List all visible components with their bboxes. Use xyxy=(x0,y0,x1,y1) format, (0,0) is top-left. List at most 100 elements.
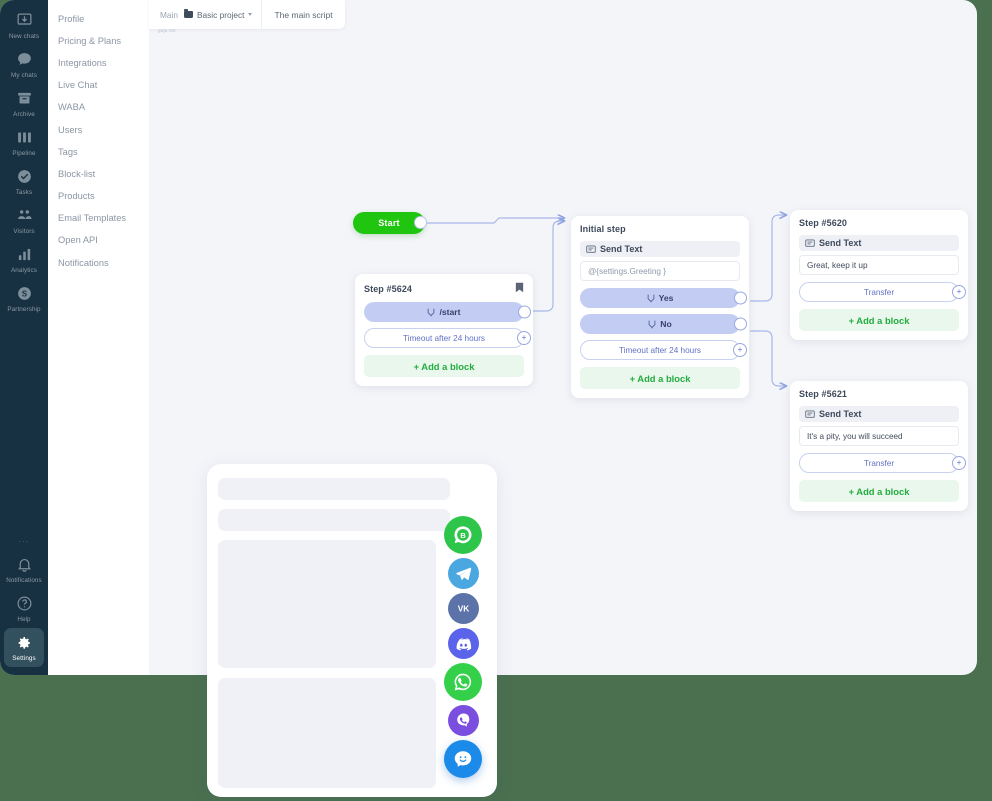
chat-widget-icon[interactable] xyxy=(444,740,482,778)
visitors-icon xyxy=(15,206,34,225)
node-action-label: Transfer xyxy=(863,458,895,468)
start-output-port[interactable] xyxy=(414,216,427,229)
menu-item-integrations[interactable]: Integrations xyxy=(48,52,149,74)
discord-icon[interactable] xyxy=(447,628,479,659)
output-port[interactable] xyxy=(518,305,531,319)
start-label: Start xyxy=(378,218,400,228)
skeleton-line xyxy=(218,509,450,531)
send-text-icon xyxy=(805,239,815,248)
tab-the-main-script[interactable]: The main script xyxy=(261,0,344,29)
flow-node-step-5620[interactable]: Step #5620 Send Text Great, keep it up T… xyxy=(790,210,968,340)
skeleton-line xyxy=(218,478,450,500)
rail-item-new-chats[interactable]: New chats xyxy=(0,6,48,45)
rail-overflow-indicator: ... xyxy=(18,534,30,544)
telegram-icon[interactable] xyxy=(447,558,479,589)
columns-icon xyxy=(15,128,34,147)
reply-arrow-icon xyxy=(427,308,435,317)
node-title: Step #5621 xyxy=(799,389,848,399)
node-button-no[interactable]: No xyxy=(580,314,747,334)
menu-item-products[interactable]: Products xyxy=(48,186,149,208)
menu-item-live-chat[interactable]: Live Chat xyxy=(48,75,149,97)
node-title: Step #5624 xyxy=(364,283,413,294)
flow-node-step-5621[interactable]: Step #5621 Send Text It's a pity, you wi… xyxy=(790,381,968,511)
rail-item-tasks[interactable]: Tasks xyxy=(0,162,48,201)
rail-item-partnership[interactable]: S Partnership xyxy=(0,279,48,318)
message-text-field[interactable]: Great, keep it up xyxy=(799,255,959,275)
rail-label: Help xyxy=(17,616,31,623)
node-button-yes[interactable]: Yes xyxy=(580,288,747,308)
node-timeout-button[interactable]: Timeout after 24 hours + xyxy=(364,328,531,348)
flow-node-step-5624[interactable]: Step #5624 /start Timeout after 24 hours… xyxy=(355,274,533,386)
bookmark-icon[interactable] xyxy=(515,282,524,295)
flow-node-initial-step[interactable]: Initial step Send Text @{settings.Greeti… xyxy=(571,216,749,398)
add-connection-plus-icon[interactable]: + xyxy=(517,331,531,345)
check-circle-icon xyxy=(15,167,34,186)
bar-chart-icon xyxy=(15,245,34,264)
add-block-button[interactable]: + Add a block xyxy=(799,309,959,331)
watermark-label: gojs.net xyxy=(158,28,176,33)
rail-item-visitors[interactable]: Visitors xyxy=(0,201,48,240)
add-block-button[interactable]: + Add a block xyxy=(580,367,740,389)
add-connection-plus-icon[interactable]: + xyxy=(952,456,966,470)
skeleton-block xyxy=(218,678,436,788)
breadcrumb-project[interactable]: Basic project xyxy=(183,8,253,20)
reply-arrow-icon xyxy=(648,320,656,329)
whatsapp-icon[interactable] xyxy=(444,663,482,701)
rail-label: Analytics xyxy=(10,267,38,274)
add-block-button[interactable]: + Add a block xyxy=(799,480,959,502)
rail-item-notifications[interactable]: Notifications xyxy=(0,550,48,589)
menu-item-pricing-plans[interactable]: Pricing & Plans xyxy=(48,30,149,52)
menu-item-users[interactable]: Users xyxy=(48,119,149,141)
rail-item-my-chats[interactable]: My chats xyxy=(0,45,48,84)
message-text-field[interactable]: It's a pity, you will succeed xyxy=(799,426,959,446)
node-transfer-button[interactable]: Transfer + xyxy=(799,453,966,473)
output-port[interactable] xyxy=(734,291,747,305)
breadcrumb-root[interactable]: Main xyxy=(160,10,178,20)
node-timeout-button[interactable]: Timeout after 24 hours + xyxy=(580,340,747,360)
vk-icon[interactable]: VK xyxy=(447,593,479,624)
block-type-label: Send Text xyxy=(819,238,862,248)
menu-item-profile[interactable]: Profile xyxy=(48,8,149,30)
rail-label: Pipeline xyxy=(12,150,36,157)
rail-item-pipeline[interactable]: Pipeline xyxy=(0,123,48,162)
rail-label: Notifications xyxy=(6,577,42,584)
tab-label: The main script xyxy=(274,9,333,20)
whatsapp-business-icon[interactable]: B xyxy=(444,516,482,554)
rail-item-help[interactable]: Help xyxy=(0,589,48,628)
add-connection-plus-icon[interactable]: + xyxy=(733,343,747,357)
archive-box-icon xyxy=(15,89,34,108)
add-connection-plus-icon[interactable]: + xyxy=(952,285,966,299)
viber-icon[interactable] xyxy=(447,705,479,736)
output-port[interactable] xyxy=(734,317,747,331)
menu-item-tags[interactable]: Tags xyxy=(48,141,149,163)
skeleton-block xyxy=(218,540,436,668)
send-text-icon xyxy=(586,245,596,254)
block-type-label: Send Text xyxy=(819,409,862,419)
node-timeout-label: Timeout after 24 hours xyxy=(618,345,702,355)
node-button-start-command[interactable]: /start xyxy=(364,302,531,322)
menu-item-notifications[interactable]: Notifications xyxy=(48,252,149,274)
messenger-channel-list: B VK xyxy=(444,516,482,778)
rail-label: New chats xyxy=(8,33,40,40)
node-title-row: Step #5624 xyxy=(364,282,524,295)
node-timeout-label: Timeout after 24 hours xyxy=(402,333,486,343)
rail-item-analytics[interactable]: Analytics xyxy=(0,240,48,279)
chevron-down-icon xyxy=(248,13,253,16)
rail-item-settings[interactable]: Settings xyxy=(4,628,44,667)
menu-item-email-templates[interactable]: Email Templates xyxy=(48,208,149,230)
send-text-icon xyxy=(805,410,815,419)
node-transfer-button[interactable]: Transfer + xyxy=(799,282,966,302)
svg-text:B: B xyxy=(460,531,466,540)
message-text-field[interactable]: @{settings.Greeting } xyxy=(580,261,740,281)
block-header-send-text[interactable]: Send Text xyxy=(580,241,740,257)
menu-item-waba[interactable]: WABA xyxy=(48,97,149,119)
block-header-send-text[interactable]: Send Text xyxy=(799,235,959,251)
menu-item-open-api[interactable]: Open API xyxy=(48,230,149,252)
menu-item-block-list[interactable]: Block-list xyxy=(48,163,149,185)
add-block-button[interactable]: + Add a block xyxy=(364,355,524,377)
gear-icon xyxy=(15,633,34,652)
rail-item-archive[interactable]: Archive xyxy=(0,84,48,123)
block-header-send-text[interactable]: Send Text xyxy=(799,406,959,422)
breadcrumb: Main Basic project xyxy=(149,0,261,29)
rail-label: Partnership xyxy=(7,306,41,313)
